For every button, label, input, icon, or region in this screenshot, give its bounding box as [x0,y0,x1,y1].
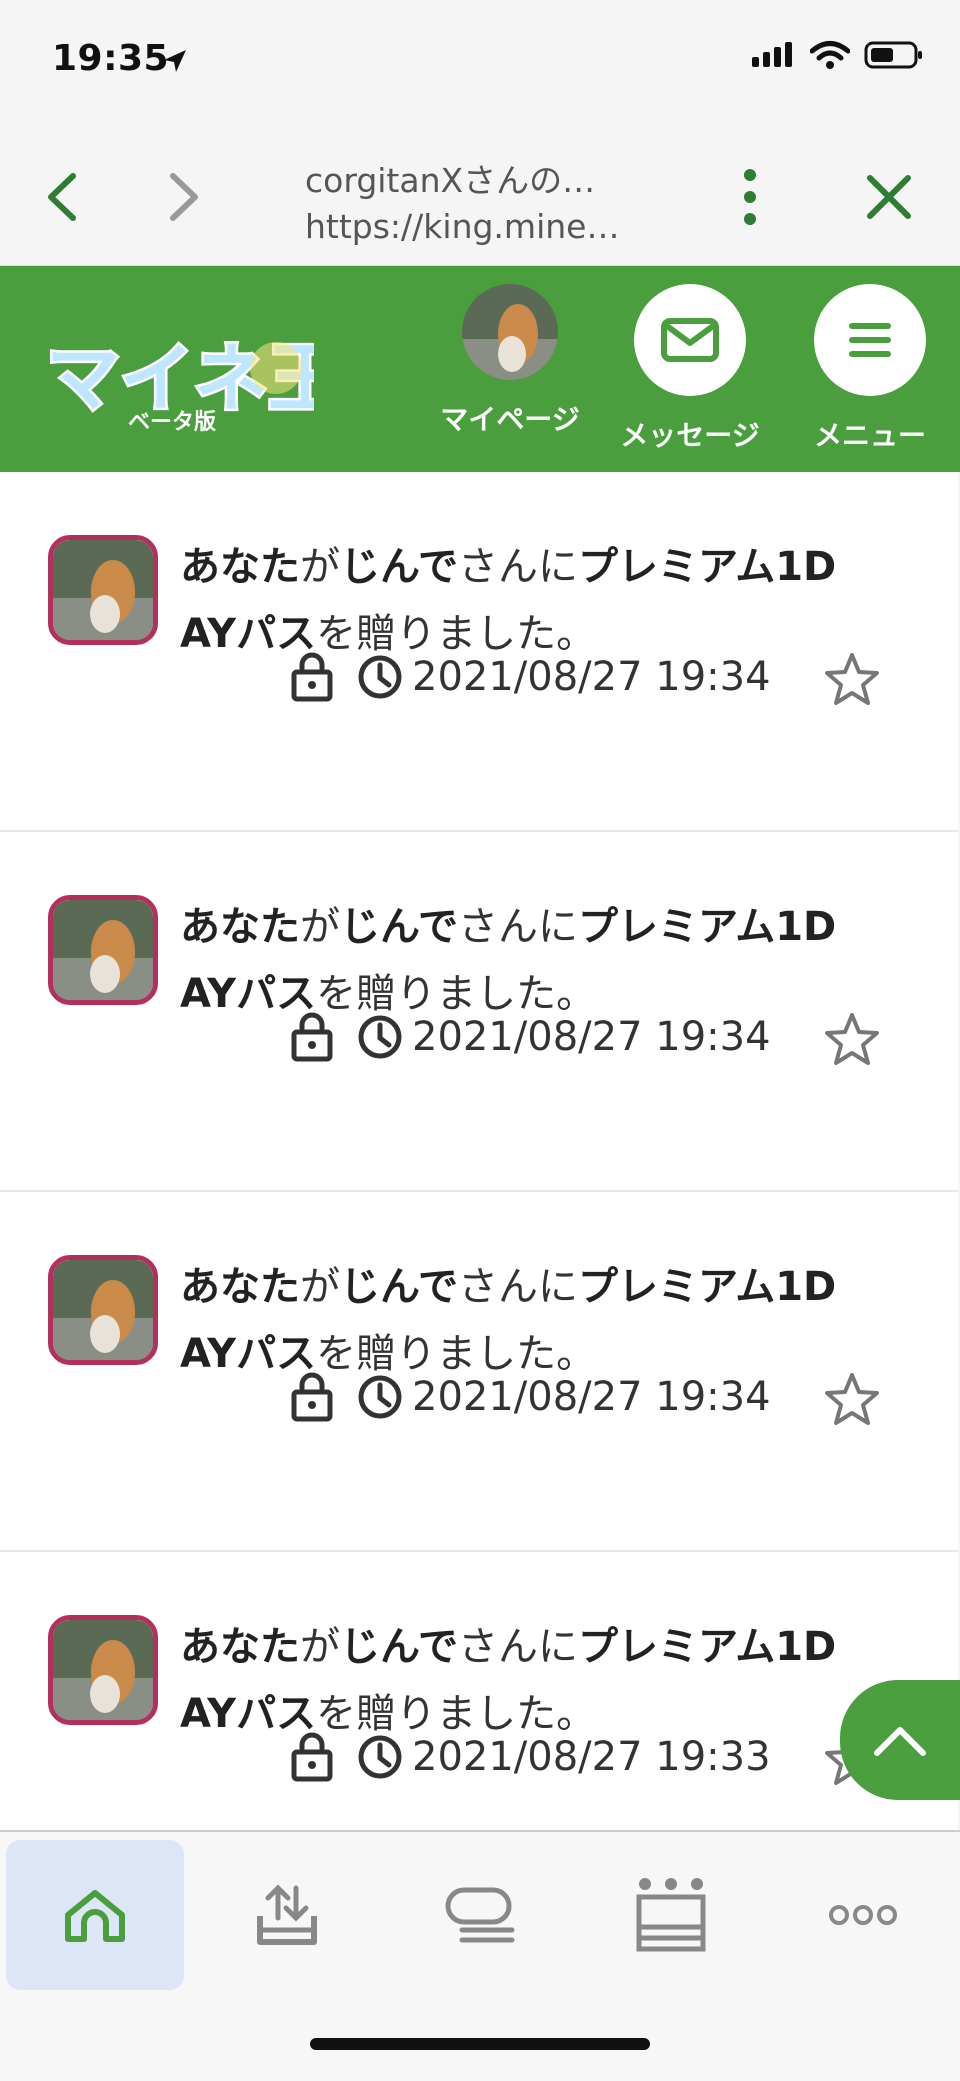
user-avatar[interactable] [48,535,158,645]
avatar-image [462,284,558,380]
signal-icon [752,42,792,67]
avatar [462,284,558,380]
mypage-label: マイページ [440,403,580,436]
activity-datetime: 2021/08/27 19:33 [412,1734,771,1780]
page-title: corgitanXさんの… [305,161,596,200]
browser-bar: corgitanXさんの… https://king.mine… [0,120,960,266]
activity-meta: 2021/08/27 19:34 [290,1007,771,1067]
wifi-icon [810,41,850,69]
lock-icon [291,1012,333,1062]
mypage-button[interactable]: マイページ [430,284,590,438]
clock-icon [358,655,402,699]
clock-icon [358,1735,402,1779]
activity-feed: あなたがじんでさんにプレミアム1D AYパスを贈りました。 2021/08/27 … [0,472,960,1830]
home-indicator [310,2038,650,2050]
close-button[interactable] [864,172,914,222]
avatar-image [53,1260,153,1360]
more-options-button[interactable] [725,169,775,225]
home-icon [65,1890,125,1942]
location-arrow-icon [164,50,186,72]
avatar-image [53,900,153,1000]
status-time: 19:35 [52,38,170,79]
hamburger-icon [849,323,891,357]
list-item[interactable]: あなたがじんでさんにプレミアム1D AYパスを贈りました。 2021/08/27 … [0,1192,958,1552]
list-item[interactable]: あなたがじんでさんにプレミアム1D AYパスを贈りました。 2021/08/27 … [0,472,958,832]
app-header: マイネ王 ベータ版 マイページ メッセージ メニュー [0,266,960,472]
user-avatar[interactable] [48,895,158,1005]
battery-icon [864,41,922,69]
tab-home[interactable] [6,1840,184,1990]
message-button[interactable]: メッセージ [610,284,770,454]
star-icon[interactable] [822,1010,882,1070]
menu-button[interactable]: メニュー [790,284,950,454]
message-label: メッセージ [620,419,760,452]
forward-button[interactable] [158,172,208,222]
url-bar[interactable]: corgitanXさんの… https://king.mine… [305,158,665,250]
scroll-to-top-button[interactable] [840,1680,960,1800]
star-icon[interactable] [822,1370,882,1430]
more-icon [829,1905,897,1925]
activity-meta: 2021/08/27 19:33 [290,1727,771,1787]
tab-ranking[interactable] [582,1840,760,1990]
mail-icon [661,318,719,362]
activity-meta: 2021/08/27 19:34 [290,1367,771,1427]
tab-upload[interactable] [198,1840,376,1990]
back-button[interactable] [38,172,88,222]
tab-more[interactable] [774,1840,952,1990]
menu-label: メニュー [813,419,926,452]
clock-icon [358,1015,402,1059]
clock-icon [358,1375,402,1419]
list-item[interactable]: あなたがじんでさんにプレミアム1D AYパスを贈りました。 2021/08/27 … [0,1552,958,1830]
beta-label: ベータ版 [128,410,217,435]
chat-icon [445,1887,515,1943]
close-icon [867,175,911,219]
avatar-image [53,540,153,640]
list-item[interactable]: あなたがじんでさんにプレミアム1D AYパスを贈りました。 2021/08/27 … [0,832,958,1192]
crown-icon [636,1878,706,1952]
chevron-left-icon [48,173,76,221]
lock-icon [291,1732,333,1782]
page-url: https://king.mine… [305,207,620,246]
activity-datetime: 2021/08/27 19:34 [412,654,771,700]
chevron-right-icon [170,173,198,221]
lock-icon [291,652,333,702]
user-avatar[interactable] [48,1255,158,1365]
upload-tray-icon [257,1884,317,1945]
star-icon[interactable] [822,650,882,710]
activity-datetime: 2021/08/27 19:34 [412,1374,771,1420]
activity-datetime: 2021/08/27 19:34 [412,1014,771,1060]
tab-community[interactable] [390,1840,568,1990]
chevron-up-icon [874,1727,926,1756]
vertical-dots-icon [744,169,756,225]
status-bar: 19:35 [0,0,960,120]
user-avatar[interactable] [48,1615,158,1725]
status-icons [752,40,924,70]
activity-meta: 2021/08/27 19:34 [290,647,771,707]
avatar-image [53,1620,153,1720]
lock-icon [291,1372,333,1422]
